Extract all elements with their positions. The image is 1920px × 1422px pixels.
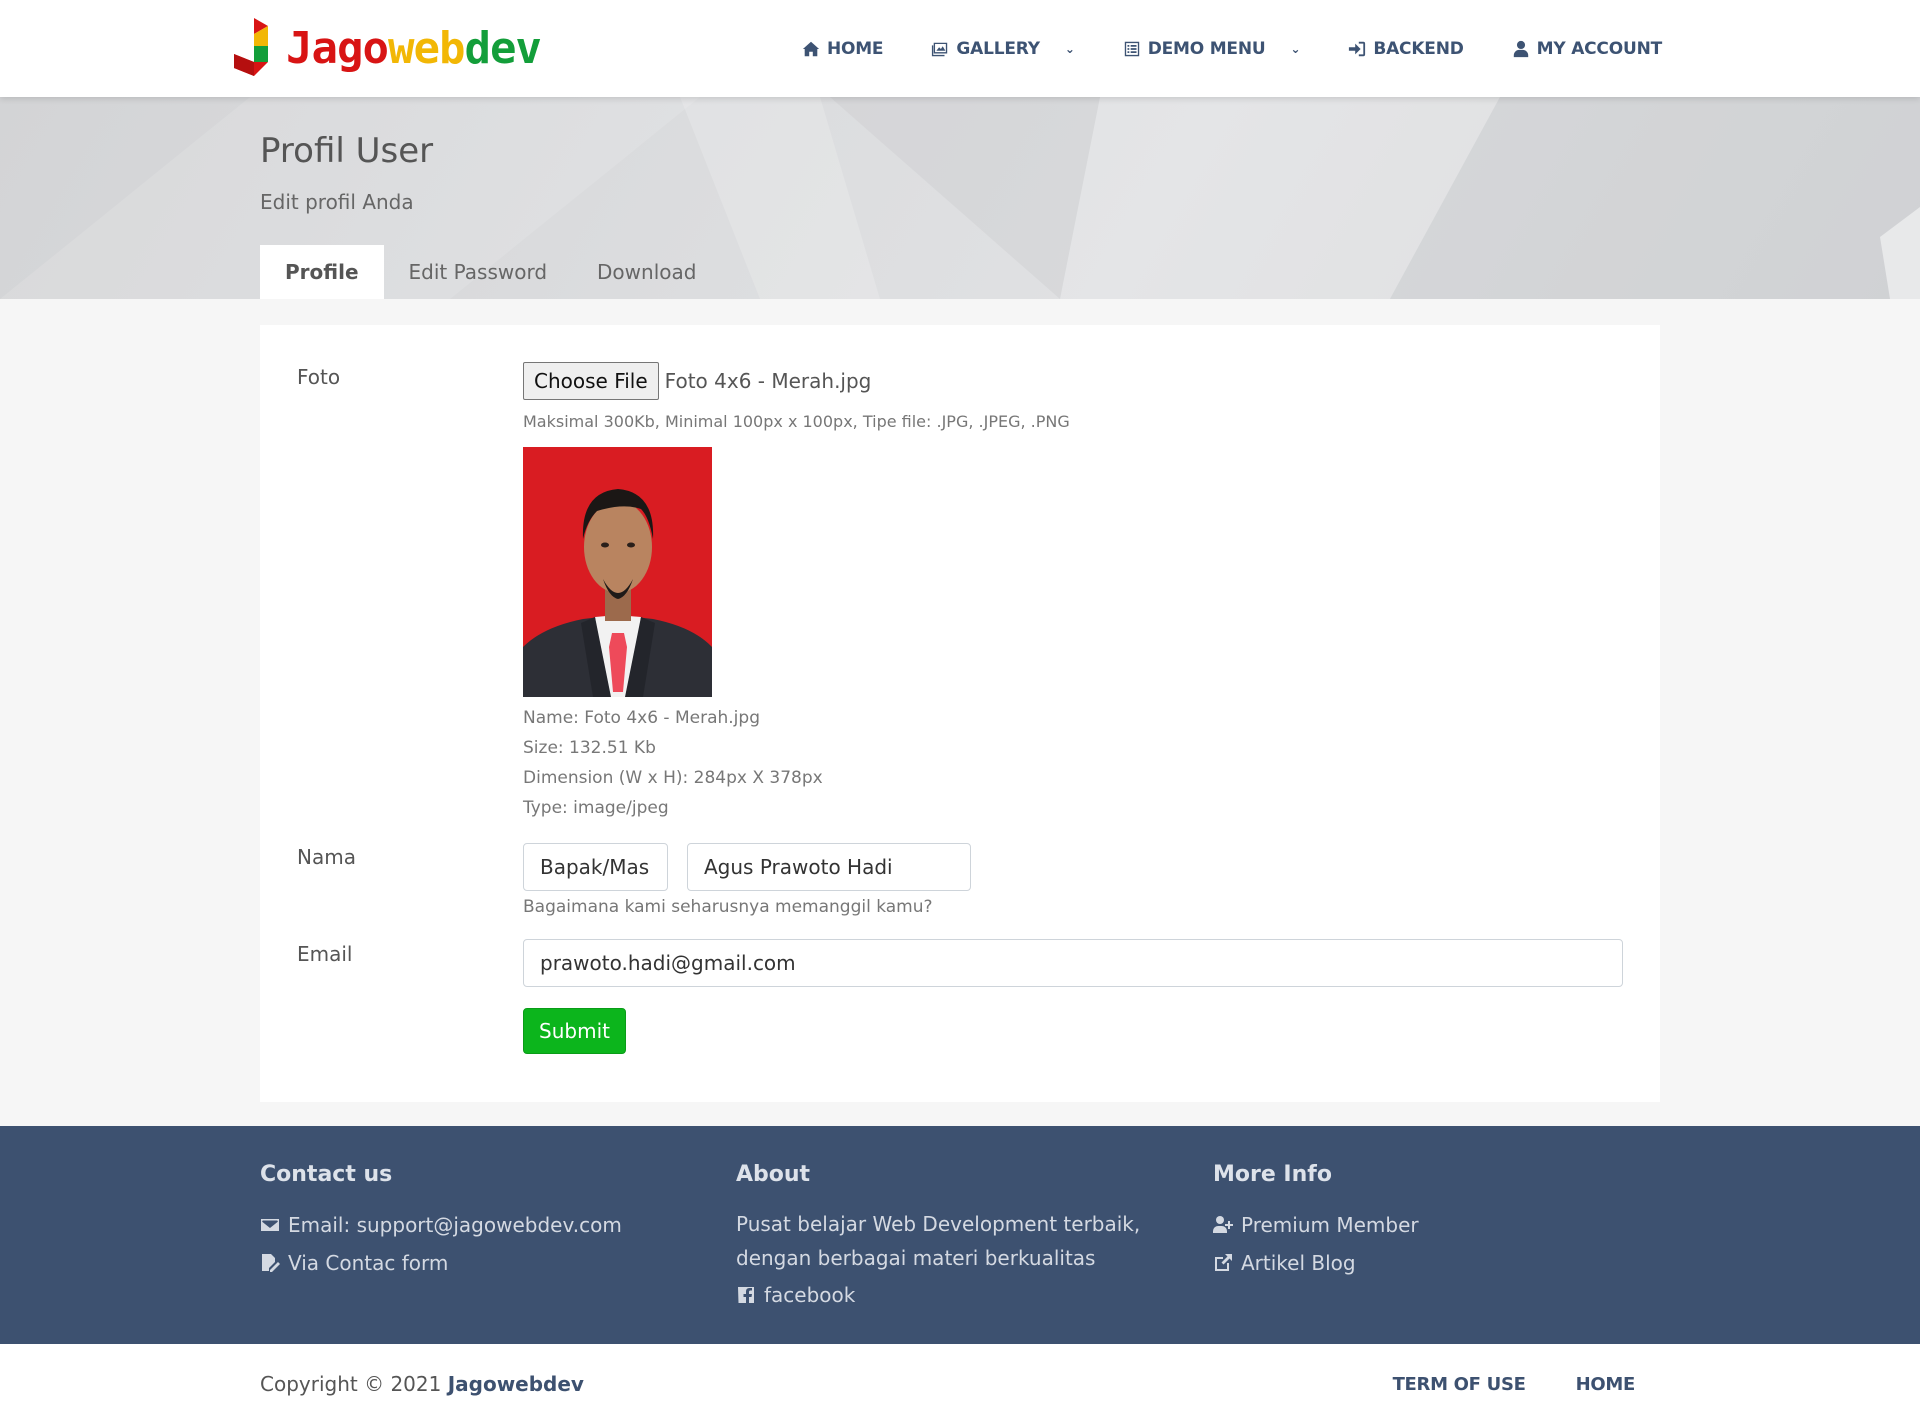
tab-profile[interactable]: Profile bbox=[260, 245, 384, 299]
list-icon bbox=[1124, 41, 1139, 56]
footer-contact: Contact us Email: support@jagowebdev.com… bbox=[260, 1162, 622, 1289]
photo-type: Type: image/jpeg bbox=[523, 798, 669, 818]
brand-logo[interactable]: Jagowebdev bbox=[234, 18, 542, 78]
about-line-1: Pusat belajar Web Development terbaik, bbox=[736, 1212, 1141, 1236]
submit-button[interactable]: Submit bbox=[523, 1008, 626, 1054]
brand-name: Jagowebdev bbox=[286, 22, 542, 74]
footer-contact-form-link[interactable]: Via Contac form bbox=[260, 1251, 622, 1275]
salutation-input[interactable]: Bapak/Mas bbox=[523, 843, 668, 891]
image-icon bbox=[932, 42, 948, 56]
nav-demo-menu[interactable]: DEMO MENU ⌄ bbox=[1123, 39, 1301, 59]
profile-photo bbox=[523, 447, 712, 697]
file-hint: Maksimal 300Kb, Minimal 100px x 100px, T… bbox=[523, 412, 1070, 431]
footer-facebook-link[interactable]: facebook bbox=[736, 1283, 1140, 1307]
user-icon bbox=[1513, 40, 1528, 57]
photo-size: Size: 132.51 Kb bbox=[523, 738, 656, 758]
profile-form: Foto Choose File Foto 4x6 - Merah.jpg Ma… bbox=[260, 325, 1660, 1102]
logo-icon bbox=[234, 18, 268, 76]
foto-label: Foto bbox=[297, 365, 341, 389]
term-of-use-link[interactable]: TERM OF USE bbox=[1393, 1374, 1526, 1395]
footer-blog-link[interactable]: Artikel Blog bbox=[1213, 1251, 1419, 1275]
email-label: Email bbox=[297, 942, 353, 966]
sign-in-icon bbox=[1349, 41, 1366, 56]
page-header: Profil User Edit profil Anda Profile Edi… bbox=[0, 97, 1920, 299]
profile-tabs: Profile Edit Password Download bbox=[260, 245, 721, 299]
photo-name: Name: Foto 4x6 - Merah.jpg bbox=[523, 708, 760, 728]
copyright-brand: Jagowebdev bbox=[447, 1372, 584, 1396]
footer-heading-contact: Contact us bbox=[260, 1162, 393, 1187]
nav-backend[interactable]: BACKEND bbox=[1348, 39, 1464, 59]
navbar: Jagowebdev HOME GALLERY ⌄ DEMO MENU ⌄ BA… bbox=[0, 0, 1920, 97]
choose-file-button[interactable]: Choose File bbox=[523, 362, 659, 400]
file-input[interactable]: Choose File Foto 4x6 - Merah.jpg bbox=[523, 362, 871, 400]
main-nav: HOME GALLERY ⌄ DEMO MENU ⌄ BACKEND MY AC… bbox=[754, 0, 1662, 97]
chevron-down-icon: ⌄ bbox=[1064, 41, 1075, 56]
bottom-links: TERM OF USE HOME bbox=[1393, 1374, 1636, 1395]
selected-file-name: Foto 4x6 - Merah.jpg bbox=[664, 369, 872, 393]
nav-gallery[interactable]: GALLERY ⌄ bbox=[931, 39, 1075, 59]
bottom-home-link[interactable]: HOME bbox=[1576, 1374, 1636, 1395]
facebook-icon bbox=[738, 1287, 754, 1303]
nav-home[interactable]: HOME bbox=[802, 39, 884, 59]
chevron-down-icon: ⌄ bbox=[1290, 41, 1301, 56]
copyright: Copyright © 2021 Jagowebdev bbox=[260, 1372, 584, 1396]
footer-heading-about: About bbox=[736, 1162, 811, 1187]
footer-premium-link[interactable]: Premium Member bbox=[1213, 1213, 1419, 1237]
tab-download[interactable]: Download bbox=[572, 245, 721, 299]
tab-edit-password[interactable]: Edit Password bbox=[384, 245, 573, 299]
footer-heading-more-info: More Info bbox=[1213, 1162, 1332, 1187]
envelope-icon bbox=[261, 1219, 279, 1231]
footer-about: About Pusat belajar Web Development terb… bbox=[736, 1162, 1140, 1321]
file-signature-icon bbox=[262, 1254, 280, 1272]
footer-more-info: More Info Premium Member Artikel Blog bbox=[1213, 1162, 1419, 1289]
full-name-input[interactable]: Agus Prawoto Hadi bbox=[687, 843, 971, 891]
page-subtitle: Edit profil Anda bbox=[260, 190, 414, 214]
photo-dimension: Dimension (W x H): 284px X 378px bbox=[523, 768, 823, 788]
external-link-icon bbox=[1215, 1254, 1232, 1271]
footer-email-link[interactable]: Email: support@jagowebdev.com bbox=[260, 1213, 622, 1237]
nama-hint: Bagaimana kami seharusnya memanggil kamu… bbox=[523, 897, 933, 917]
profile-photo-preview bbox=[523, 447, 712, 697]
page-title: Profil User bbox=[260, 131, 434, 171]
user-plus-icon bbox=[1213, 1216, 1233, 1233]
about-line-2: dengan berbagai materi berkualitas bbox=[736, 1246, 1096, 1270]
bottom-bar: Copyright © 2021 Jagowebdev TERM OF USE … bbox=[0, 1344, 1920, 1422]
nama-label: Nama bbox=[297, 845, 356, 869]
footer: Contact us Email: support@jagowebdev.com… bbox=[0, 1126, 1920, 1344]
nav-my-account[interactable]: MY ACCOUNT bbox=[1512, 39, 1662, 59]
email-input[interactable]: prawoto.hadi@gmail.com bbox=[523, 939, 1623, 987]
home-icon bbox=[802, 41, 820, 56]
